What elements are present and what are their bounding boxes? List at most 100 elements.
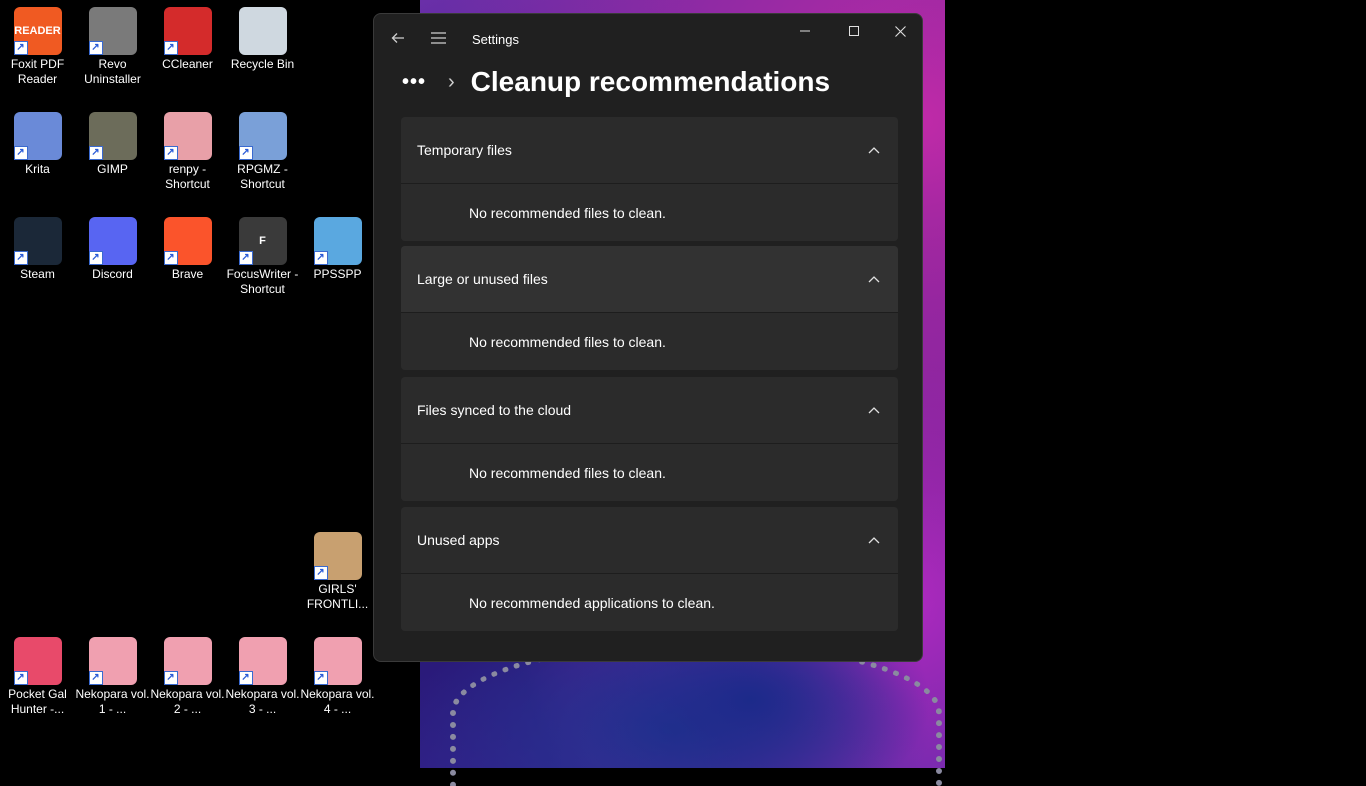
title-bar[interactable]: Settings (374, 14, 922, 62)
close-icon (894, 25, 906, 37)
desktop-icon-label: Discord (92, 267, 133, 281)
window-title: Settings (472, 32, 519, 47)
shortcut-arrow-icon: ↗ (313, 566, 328, 580)
page-title: Cleanup recommendations (470, 66, 831, 97)
section-header-toggle[interactable]: Large or unused files (401, 246, 898, 313)
desktop-icon-label: CCleaner (162, 57, 213, 71)
navigation-menu-button[interactable] (423, 23, 453, 53)
shortcut-arrow-icon: ↗ (238, 251, 253, 265)
breadcrumb: ••• › Cleanup recommendations (402, 62, 830, 102)
app-icon: ↗ (163, 112, 212, 160)
desktop-icon-label: renpy - Shortcut (165, 162, 210, 191)
minimize-button[interactable] (790, 16, 820, 46)
section-title: Files synced to the cloud (417, 402, 572, 418)
desktop-icon-label: Foxit PDF Reader (10, 57, 65, 86)
desktop-icon-label: Nekopara vol. 2 - ... (150, 687, 225, 716)
shortcut-arrow-icon: ↗ (238, 146, 253, 160)
desktop-icon[interactable]: ↗ PPSSPP (300, 217, 375, 282)
back-arrow-icon (391, 33, 404, 43)
section-header-toggle[interactable]: Unused apps (401, 507, 898, 574)
shortcut-arrow-icon: ↗ (13, 671, 28, 685)
desktop-icon-label: Brave (171, 267, 204, 281)
desktop-icon-label: Nekopara vol. 4 - ... (300, 687, 375, 716)
desktop-icon-label: GIMP (97, 162, 128, 176)
shortcut-arrow-icon: ↗ (88, 41, 103, 55)
desktop-icon[interactable]: ↗ RPGMZ - Shortcut (225, 112, 300, 192)
minimize-icon (800, 30, 810, 32)
app-icon: ↗ (88, 112, 137, 160)
shortcut-arrow-icon: ↗ (163, 41, 178, 55)
section-message: No recommended files to clean. (401, 444, 898, 501)
desktop-icon[interactable]: ↗ Nekopara vol. 1 - ... (75, 637, 150, 717)
shortcut-arrow-icon: ↗ (13, 146, 28, 160)
shortcut-arrow-icon: ↗ (13, 41, 28, 55)
desktop-icon[interactable]: ↗ Nekopara vol. 2 - ... (150, 637, 225, 717)
desktop-icon[interactable]: ↗ GIMP (75, 112, 150, 177)
shortcut-arrow-icon: ↗ (88, 251, 103, 265)
close-button[interactable] (885, 16, 915, 46)
app-icon: ↗ (313, 532, 362, 580)
desktop-icon[interactable]: ↗ Revo Uninstaller (75, 7, 150, 87)
section-header-toggle[interactable]: Files synced to the cloud (401, 377, 898, 444)
shortcut-arrow-icon: ↗ (313, 671, 328, 685)
desktop-icon[interactable]: ↗ renpy - Shortcut (150, 112, 225, 192)
app-icon: ↗ (238, 112, 287, 160)
desktop-icon[interactable]: READER ↗ Foxit PDF Reader (0, 7, 75, 87)
chevron-up-icon (868, 146, 880, 154)
desktop-icon[interactable]: ↗ Krita (0, 112, 75, 177)
desktop-icon[interactable]: ↗ Brave (150, 217, 225, 282)
app-icon: ↗ (13, 217, 62, 265)
app-icon: ↗ (238, 637, 287, 685)
desktop-icon-label: Krita (25, 162, 50, 176)
section-title: Large or unused files (417, 271, 548, 287)
app-icon: READER ↗ (13, 7, 62, 55)
section-message: No recommended files to clean. (401, 313, 898, 370)
desktop-icon-label: PPSSPP (313, 267, 362, 281)
app-icon: ↗ (13, 637, 62, 685)
hamburger-menu-icon (430, 32, 446, 44)
desktop-icon-label: Steam (20, 267, 55, 281)
cleanup-section: Large or unused files No recommended file… (401, 246, 898, 370)
desktop-icon[interactable]: ↗ CCleaner (150, 7, 225, 72)
chevron-up-icon (868, 406, 880, 414)
desktop-icon[interactable]: ↗ Nekopara vol. 4 - ... (300, 637, 375, 717)
desktop-icon[interactable]: ↗ Discord (75, 217, 150, 282)
settings-window: Settings ••• › Cleanup recommendations T… (373, 13, 923, 662)
chevron-right-icon: › (448, 70, 455, 93)
desktop-icon-label: Recycle Bin (230, 57, 295, 71)
desktop-icon[interactable]: Recycle Bin (225, 7, 300, 72)
breadcrumb-overflow-button[interactable]: ••• (402, 71, 436, 94)
shortcut-arrow-icon: ↗ (163, 251, 178, 265)
desktop-icon-label: Pocket Gal Hunter -... (8, 687, 67, 716)
section-header-toggle[interactable]: Temporary files (401, 117, 898, 184)
cleanup-section: Files synced to the cloud No recommended … (401, 377, 898, 501)
app-icon: ↗ (88, 637, 137, 685)
desktop-icon-label: Nekopara vol. 1 - ... (75, 687, 150, 716)
desktop-icon-label: FocusWriter - Shortcut (226, 267, 299, 296)
desktop-icon-label: RPGMZ - Shortcut (237, 162, 288, 191)
app-icon: ↗ (313, 637, 362, 685)
cleanup-section: Unused apps No recommended applications t… (401, 507, 898, 631)
app-icon: ↗ (163, 217, 212, 265)
app-icon: ↗ (313, 217, 362, 265)
shortcut-arrow-icon: ↗ (88, 146, 103, 160)
section-title: Unused apps (417, 532, 500, 548)
section-message: No recommended applications to clean. (401, 574, 898, 631)
desktop-icon[interactable]: ↗ Nekopara vol. 3 - ... (225, 637, 300, 717)
desktop-icon[interactable]: F ↗ FocusWriter - Shortcut (225, 217, 300, 297)
app-icon (238, 7, 287, 55)
maximize-button[interactable] (839, 16, 869, 46)
desktop-icon[interactable]: ↗ Steam (0, 217, 75, 282)
shortcut-arrow-icon: ↗ (238, 671, 253, 685)
desktop-icon[interactable]: ↗ Pocket Gal Hunter -... (0, 637, 75, 717)
chevron-up-icon (868, 275, 880, 283)
shortcut-arrow-icon: ↗ (163, 146, 178, 160)
desktop-icon-label: GIRLS' FRONTLI... (306, 582, 369, 611)
app-icon-badge: F (259, 234, 266, 247)
desktop-icon[interactable]: ↗ GIRLS' FRONTLI... (300, 532, 375, 612)
back-button[interactable] (383, 23, 413, 53)
app-icon-badge: READER (14, 24, 61, 37)
desktop-icon-label: Revo Uninstaller (84, 57, 141, 86)
desktop-background-right (945, 0, 1366, 768)
section-title: Temporary files (417, 142, 512, 158)
